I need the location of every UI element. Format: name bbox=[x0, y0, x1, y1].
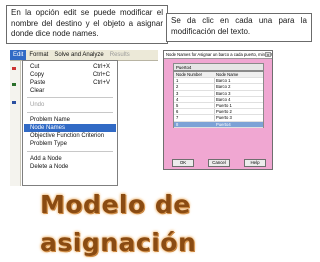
node-number: 8 bbox=[176, 121, 179, 127]
menu-item-shortcut: Ctrl+C bbox=[92, 72, 110, 78]
menu-item-shortcut: Ctrl+X bbox=[93, 64, 110, 70]
menu-item-clear[interactable]: Clear bbox=[24, 87, 116, 95]
ok-button[interactable]: OK bbox=[172, 159, 194, 167]
edit-menu-screenshot: Edit Format Solve and Analyze Results Cut Ct… bbox=[10, 50, 158, 186]
toolbar-marker-icon bbox=[12, 101, 16, 104]
toolbar-marker-icon bbox=[12, 67, 16, 70]
menu-item-label: Delete a Node bbox=[30, 164, 69, 170]
menu-item-label: Copy bbox=[30, 72, 45, 78]
edit-dropdown: Cut Ctrl+X Copy Ctrl+C Paste Ctrl+V Clear U… bbox=[22, 60, 118, 186]
menu-item-label: Paste bbox=[30, 80, 46, 86]
menu-separator bbox=[27, 97, 113, 98]
left-toolbar-strip bbox=[10, 61, 21, 186]
node-names-dialog: Node Names for Asignar un barco a cada p… bbox=[163, 50, 273, 170]
menu-item-label: Add a Node bbox=[30, 156, 62, 162]
menu-separator bbox=[27, 112, 113, 113]
toolbar-marker-icon bbox=[12, 83, 16, 86]
help-button[interactable]: Help bbox=[244, 159, 266, 167]
edit-field[interactable]: Puerto4 bbox=[173, 63, 264, 71]
menu-item-label: Node Names bbox=[30, 125, 66, 131]
menu-item-add-node[interactable]: Add a Node bbox=[24, 155, 116, 163]
menu-item-label: Problem Type bbox=[30, 141, 67, 147]
menu-separator bbox=[27, 151, 113, 152]
menu-format[interactable]: Format bbox=[26, 50, 51, 60]
table-row-selected[interactable]: 8 Puerto4 bbox=[174, 121, 263, 128]
close-icon[interactable]: x bbox=[265, 52, 271, 57]
menu-item-problem-name[interactable]: Problem Name bbox=[24, 116, 116, 124]
menu-item-label: Objective Function Criterion bbox=[30, 133, 105, 139]
menu-item-copy[interactable]: Copy Ctrl+C bbox=[24, 71, 116, 79]
menu-solve-analyze[interactable]: Solve and Analyze bbox=[51, 50, 106, 60]
right-instruction-text: Se da clic en cada una para la modificac… bbox=[171, 16, 307, 36]
menu-item-node-names[interactable]: Node Names bbox=[24, 124, 116, 132]
node-names-table: Node Number Node Name 1 Barco 1 2 Barco 2 … bbox=[173, 71, 264, 128]
menu-item-delete-node[interactable]: Delete a Node bbox=[24, 163, 116, 171]
dialog-title: Node Names for Asignar un barco a cada p… bbox=[164, 51, 272, 59]
menu-item-cut[interactable]: Cut Ctrl+X bbox=[24, 63, 116, 71]
menu-item-label: Undo bbox=[30, 102, 45, 108]
menu-item-label: Cut bbox=[30, 64, 40, 70]
menu-item-problem-type[interactable]: Problem Type bbox=[24, 140, 116, 148]
menu-item-undo[interactable]: Undo bbox=[24, 101, 116, 109]
left-instruction-callout: En la opción edit se puede modificar el … bbox=[6, 5, 168, 44]
menu-item-shortcut: Ctrl+V bbox=[93, 80, 110, 86]
slide-title: Modelo de asignación bbox=[40, 190, 197, 257]
menu-results[interactable]: Results bbox=[107, 50, 133, 60]
menu-item-label: Problem Name bbox=[30, 117, 71, 123]
node-name: Puerto4 bbox=[216, 121, 231, 127]
right-instruction-callout: Se da clic en cada una para la modificac… bbox=[166, 13, 312, 42]
menu-item-objective-function[interactable]: Objective Function Criterion bbox=[24, 132, 116, 140]
menu-item-label: Clear bbox=[30, 88, 45, 94]
menu-edit[interactable]: Edit bbox=[10, 50, 27, 60]
left-instruction-text: En la opción edit se puede modificar el … bbox=[11, 8, 163, 39]
menu-item-paste[interactable]: Paste Ctrl+V bbox=[24, 79, 116, 87]
cancel-button[interactable]: Cancel bbox=[208, 159, 230, 167]
